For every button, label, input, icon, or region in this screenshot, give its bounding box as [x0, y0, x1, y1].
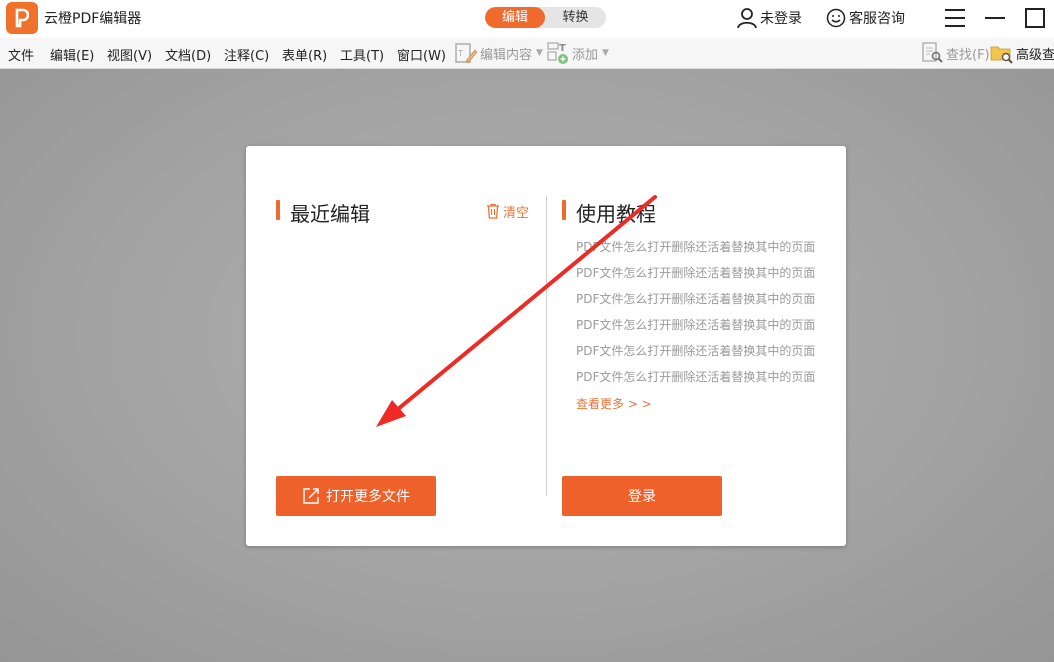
- customer-service-label: 客服咨询: [849, 11, 905, 27]
- menu-tools[interactable]: 工具(T): [340, 45, 384, 64]
- open-more-files-button[interactable]: 打开更多文件: [276, 476, 436, 516]
- user-icon: [737, 8, 757, 29]
- tutorial-link[interactable]: PDF文件怎么打开删除还活着替换其中的页面: [576, 238, 826, 264]
- clear-recent-label: 清空: [503, 205, 530, 221]
- find-label: 查找(F): [946, 47, 990, 63]
- hamburger-menu-icon[interactable]: [941, 4, 969, 32]
- folder-search-icon: [990, 46, 1013, 64]
- pdf-logo-icon: [15, 8, 29, 28]
- view-more-link[interactable]: 查看更多 > >: [576, 395, 652, 412]
- login-button[interactable]: 登录: [562, 476, 722, 516]
- smiley-icon: [826, 8, 846, 28]
- add-label: 添加: [572, 47, 599, 63]
- open-more-files-label: 打开更多文件: [326, 489, 410, 505]
- app-logo: [6, 2, 38, 34]
- trash-icon: [487, 203, 499, 219]
- edit-content-icon: T: [455, 43, 478, 64]
- caret-down-icon: ▼: [536, 48, 543, 58]
- menu-bar: 文件 编辑(E) 视图(V) 文档(D) 注释(C) 表单(R) 工具(T) 窗…: [0, 38, 1054, 69]
- minimize-icon[interactable]: [981, 4, 1009, 32]
- menu-window[interactable]: 窗口(W): [397, 45, 446, 64]
- login-status-label: 未登录: [760, 11, 802, 27]
- mode-edit-tab[interactable]: 编辑: [485, 7, 545, 28]
- menu-comment[interactable]: 注释(C): [224, 45, 269, 64]
- tutorial-link[interactable]: PDF文件怎么打开删除还活着替换其中的页面: [576, 290, 826, 316]
- maximize-icon[interactable]: [1021, 4, 1049, 32]
- edit-content-button[interactable]: T 编辑内容 ▼: [454, 41, 543, 65]
- tutorial-link[interactable]: PDF文件怎么打开删除还活着替换其中的页面: [576, 368, 826, 394]
- menu-view[interactable]: 视图(V): [107, 45, 152, 64]
- tutorial-list: PDF文件怎么打开删除还活着替换其中的页面 PDF文件怎么打开删除还活着替换其中…: [576, 238, 826, 394]
- advanced-find-label: 高级查: [1016, 47, 1054, 63]
- mode-convert-tab[interactable]: 转换: [545, 7, 606, 28]
- add-button[interactable]: T 添加 ▼: [546, 41, 609, 65]
- svg-text:T: T: [457, 49, 463, 58]
- menu-file[interactable]: 文件: [8, 45, 34, 64]
- caret-down-icon: ▼: [602, 48, 609, 58]
- tutorial-title: 使用教程: [576, 202, 656, 226]
- find-button[interactable]: 查找(F): [920, 41, 990, 65]
- login-status-button[interactable]: 未登录: [736, 7, 802, 29]
- mode-switch: 编辑 转换: [485, 7, 606, 28]
- title-bar: 云橙PDF编辑器 编辑 转换 未登录 客服咨询: [0, 0, 1054, 38]
- add-text-icon: T: [547, 42, 568, 64]
- tutorial-link[interactable]: PDF文件怎么打开删除还活着替换其中的页面: [576, 342, 826, 368]
- tutorial-link[interactable]: PDF文件怎么打开删除还活着替换其中的页面: [576, 316, 826, 342]
- svg-text:T: T: [559, 43, 566, 54]
- advanced-find-button[interactable]: 高级查: [990, 41, 1054, 65]
- section-accent-bar: [562, 200, 566, 220]
- edit-content-label: 编辑内容: [480, 47, 533, 63]
- recent-edits-title: 最近编辑: [290, 202, 370, 226]
- section-accent-bar: [276, 200, 280, 220]
- start-panel: 最近编辑 清空 使用教程 PDF文件怎么打开删除还活着替换其中的页面 PDF文件…: [246, 146, 846, 546]
- find-icon: [922, 42, 943, 63]
- panel-divider: [546, 196, 547, 496]
- menu-form[interactable]: 表单(R): [282, 45, 327, 64]
- tutorial-link[interactable]: PDF文件怎么打开删除还活着替换其中的页面: [576, 264, 826, 290]
- open-file-icon: [303, 488, 319, 504]
- clear-recent-button[interactable]: 清空: [486, 202, 530, 221]
- customer-service-button[interactable]: 客服咨询: [826, 7, 905, 29]
- app-title: 云橙PDF编辑器: [44, 11, 142, 27]
- menu-document[interactable]: 文档(D): [165, 45, 211, 64]
- menu-edit[interactable]: 编辑(E): [50, 45, 94, 64]
